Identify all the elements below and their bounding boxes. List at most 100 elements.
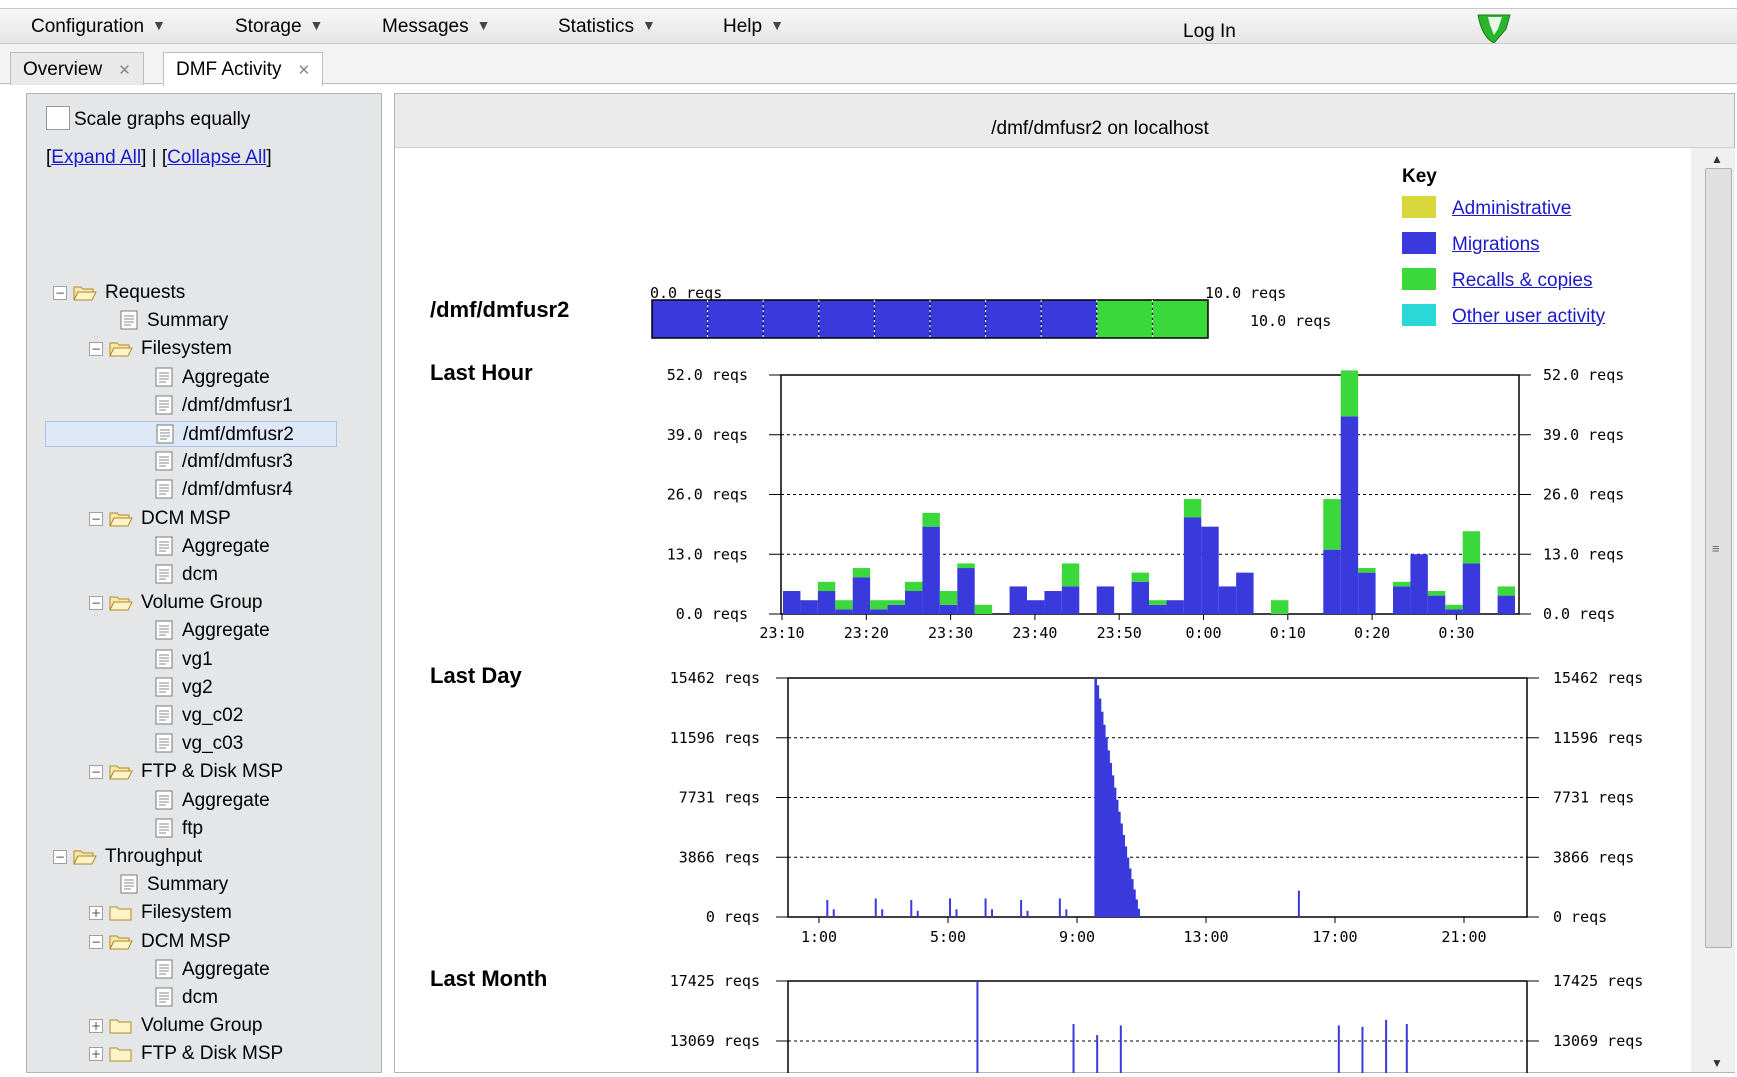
document-icon (154, 367, 174, 395)
chevron-down-icon: ▼ (770, 17, 784, 33)
tree-node-label: ftp (182, 817, 204, 839)
collapse-toggle-icon[interactable]: − (89, 511, 103, 526)
tree-node-label: Summary (147, 874, 229, 896)
tree-node[interactable]: Summary (119, 872, 228, 898)
folder-open-icon (109, 340, 133, 366)
collapse-toggle-icon[interactable]: − (53, 850, 67, 864)
tree-node[interactable]: ftp (154, 816, 203, 842)
document-icon (154, 818, 174, 846)
last-day-label: Last Day (430, 663, 522, 688)
key-link[interactable]: Administrative (1452, 198, 1571, 219)
tree-node[interactable]: Aggregate (154, 957, 270, 983)
tab-overview[interactable]: Overview ✕ (10, 52, 144, 85)
key-item-administrative: Administrative (1402, 196, 1571, 220)
folder-open-icon (109, 933, 133, 959)
folder-icon (109, 904, 133, 930)
tree-node[interactable]: Aggregate (154, 365, 270, 391)
vertical-scrollbar[interactable]: ▲ ≡ ▼ (1691, 148, 1735, 1072)
tree-node[interactable]: /dmf/dmfusr2 (45, 421, 337, 447)
expand-toggle-icon[interactable]: + (89, 1019, 103, 1034)
login-button[interactable]: Log In (1183, 21, 1236, 43)
tree-node-label: FTP & Disk MSP (141, 1043, 284, 1065)
tree-node-label: Throughput (105, 846, 203, 867)
tree-node[interactable]: vg_c03 (154, 731, 243, 757)
chevron-down-icon: ▼ (152, 17, 166, 33)
tree-node-label: Aggregate (182, 958, 270, 980)
document-icon (154, 451, 174, 479)
menu-statistics[interactable]: Statistics ▼ (558, 16, 656, 38)
tab-bar: Overview ✕ DMF Activity ✕ (0, 44, 1737, 86)
key-item-recalls: Recalls & copies (1402, 268, 1592, 292)
collapse-toggle-icon[interactable]: − (89, 934, 103, 949)
tree-node[interactable]: /dmf/dmfusr4 (154, 477, 293, 503)
tree-node[interactable]: Aggregate (154, 534, 270, 560)
key-link[interactable]: Other user activity (1452, 306, 1605, 327)
close-icon[interactable]: ✕ (118, 62, 131, 79)
tree-node[interactable]: − Volume Group (89, 590, 262, 616)
tree-node[interactable]: dcm (154, 562, 218, 588)
collapse-toggle-icon[interactable]: − (89, 596, 103, 611)
navigation-panel: Scale graphs equally [Expand All] | [Col… (26, 93, 382, 1073)
scroll-up-icon[interactable]: ▲ (1711, 152, 1723, 166)
menu-messages[interactable]: Messages ▼ (382, 16, 490, 38)
collapse-toggle-icon[interactable]: − (89, 342, 103, 357)
collapse-toggle-icon[interactable]: − (89, 765, 103, 780)
tree-node[interactable]: vg_c02 (154, 703, 243, 729)
tree-node[interactable]: Aggregate (154, 788, 270, 814)
document-icon (154, 705, 174, 733)
folder-open-icon (109, 510, 133, 536)
document-icon (154, 536, 174, 564)
tree-node[interactable]: − DCM MSP (89, 506, 231, 532)
scrollbar-thumb[interactable] (1705, 168, 1732, 948)
close-icon[interactable]: ✕ (298, 62, 311, 79)
tree-node-label: Aggregate (182, 620, 270, 642)
tree-node[interactable]: − Filesystem (89, 336, 232, 362)
collapse-toggle-icon[interactable]: − (53, 286, 67, 300)
document-icon (154, 395, 174, 423)
tree-node[interactable]: − Requests (53, 280, 185, 306)
panel-header: /dmf/dmfusr2 on localhost (395, 94, 1734, 148)
tree-node-label: dcm (182, 987, 218, 1008)
tree-node-label: Requests (105, 282, 186, 303)
tree-node[interactable]: vg2 (154, 675, 213, 701)
menu-configuration[interactable]: Configuration ▼ (31, 16, 166, 38)
document-icon (154, 649, 174, 677)
document-icon (154, 479, 174, 507)
tree-node[interactable]: /dmf/dmfusr3 (154, 449, 293, 475)
tree-node[interactable]: Summary (119, 308, 228, 334)
tree-node-label: Filesystem (141, 902, 232, 924)
tree-node[interactable]: + Volume Group (89, 1013, 262, 1039)
tree-node-label: Aggregate (182, 789, 270, 811)
tree-node[interactable]: + Filesystem (89, 900, 232, 926)
document-icon (154, 959, 174, 987)
document-icon (154, 987, 174, 1015)
menu-storage[interactable]: Storage ▼ (235, 16, 323, 38)
key-item-migrations: Migrations (1402, 232, 1540, 256)
tree-node[interactable]: /dmf/dmfusr1 (154, 393, 293, 419)
tree-node-label: /dmf/dmfusr2 (183, 424, 294, 445)
key-link[interactable]: Recalls & copies (1452, 270, 1592, 291)
tree-node-label: /dmf/dmfusr3 (182, 451, 293, 473)
tree-node[interactable]: Aggregate (154, 618, 270, 644)
panel-bottom-mask (394, 1073, 1737, 1077)
last-month-label: Last Month (430, 966, 548, 991)
tree-node[interactable]: vg1 (154, 647, 213, 673)
document-icon (154, 733, 174, 761)
tree-node-label: vg_c02 (182, 705, 244, 726)
scroll-down-icon[interactable]: ▼ (1711, 1056, 1723, 1070)
tree-node[interactable]: dcm (154, 985, 218, 1011)
tree-node[interactable]: − DCM MSP (89, 929, 231, 955)
tab-dmf-activity[interactable]: DMF Activity ✕ (163, 52, 324, 86)
tree-node[interactable]: − Throughput (53, 844, 202, 870)
menu-help[interactable]: Help ▼ (723, 16, 784, 38)
chevron-down-icon: ▼ (642, 17, 656, 33)
tree-node-label: vg_c03 (182, 733, 244, 755)
tree-node[interactable]: − FTP & Disk MSP (89, 759, 283, 785)
color-swatch (1402, 268, 1436, 290)
document-icon (154, 620, 174, 648)
expand-toggle-icon[interactable]: + (89, 1047, 103, 1062)
key-link[interactable]: Migrations (1452, 234, 1540, 255)
tree-node[interactable]: + FTP & Disk MSP (89, 1041, 283, 1067)
tree-node-label: Filesystem (141, 338, 232, 360)
expand-toggle-icon[interactable]: + (89, 906, 103, 921)
